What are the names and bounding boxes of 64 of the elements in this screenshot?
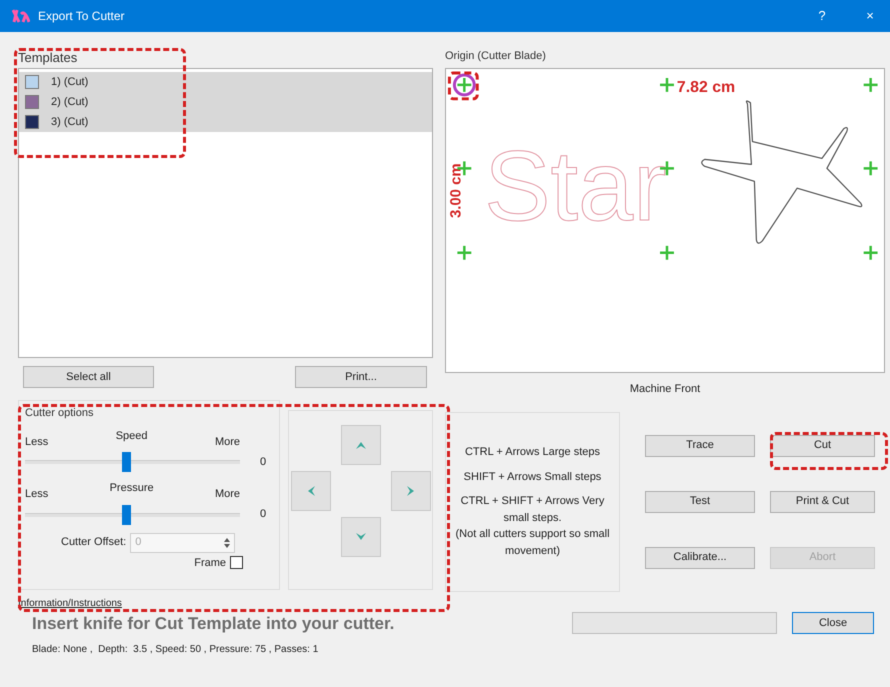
- window-title: Export To Cutter: [38, 8, 124, 25]
- print-button[interactable]: Print...: [295, 366, 427, 388]
- select-all-button[interactable]: Select all: [23, 366, 154, 388]
- shortcut-hint: SHIFT + Arrows Small steps: [462, 470, 602, 484]
- height-dimension: 3.00 cm: [448, 163, 464, 218]
- origin-marker-icon: [452, 73, 476, 96]
- shortcut-hint: CTRL + Arrows Large steps: [464, 445, 601, 460]
- min-label: Less: [25, 487, 48, 502]
- plus-marker-icon: [862, 160, 879, 177]
- instruction-message: Insert knife for Cut Template into your cutter.: [32, 612, 394, 634]
- information-label: Information/Instructions: [18, 596, 123, 610]
- slider-label: Speed: [116, 428, 148, 444]
- machine-front-label: Machine Front: [628, 382, 702, 397]
- design-text: Star: [484, 131, 666, 242]
- slider-thumb[interactable]: [122, 504, 132, 524]
- plus-marker-icon: [456, 244, 473, 261]
- template-item[interactable]: 2) (Cut): [19, 92, 432, 112]
- slider-reading: 0: [260, 507, 266, 522]
- highlight-frame: [448, 71, 479, 100]
- move-up-button[interactable]: [340, 425, 380, 465]
- action-button[interactable]: Cut: [770, 434, 875, 456]
- chevron-left-icon: [306, 485, 316, 497]
- action-button[interactable]: Calibrate...: [645, 546, 755, 568]
- cut-preview-canvas[interactable]: 7.82 cm 3.00 cm Star: [445, 68, 885, 373]
- template-name: 2) (Cut): [51, 94, 88, 110]
- move-right-button[interactable]: [390, 471, 430, 511]
- max-label: More: [214, 434, 240, 450]
- chevron-down-icon: [354, 532, 366, 542]
- templates-label: Templates: [18, 49, 78, 67]
- cutter-settings-summary: Blade: None , Depth: 3.5 , Speed: 50 , Pressure: 75 , Passes: 1: [32, 643, 320, 657]
- origin-label: Origin (Cutter Blade): [445, 49, 547, 64]
- frame-label: Frame: [194, 556, 226, 570]
- spin-arrows-icon: [224, 536, 230, 548]
- template-item[interactable]: 1) (Cut): [19, 72, 432, 92]
- move-down-button[interactable]: [340, 517, 380, 557]
- action-button[interactable]: Print & Cut: [770, 490, 875, 512]
- cutter-offset-value: 0: [135, 535, 142, 550]
- plus-marker-icon: [658, 244, 676, 261]
- shortcut-hint: CTRL + SHIFT + Arrows Very small steps. (Not all cutters support so small movement): [454, 494, 611, 558]
- chevron-up-icon: [354, 440, 366, 450]
- template-name: 1) (Cut): [51, 74, 88, 90]
- slider-label: Pressure: [110, 481, 154, 496]
- template-name: 3) (Cut): [51, 114, 88, 130]
- cutter-offset-label: Cutter Offset:: [61, 535, 126, 550]
- plus-marker-icon: [862, 76, 879, 94]
- width-dimension: 7.82 cm: [676, 78, 736, 96]
- slider-thumb[interactable]: [122, 452, 132, 472]
- plus-marker-icon: [658, 76, 676, 94]
- plus-marker-icon: [456, 76, 473, 94]
- close-dialog-button[interactable]: Close: [792, 612, 874, 634]
- action-button[interactable]: Test: [645, 490, 755, 512]
- move-left-button[interactable]: [290, 471, 330, 511]
- slider-reading: 0: [260, 454, 266, 470]
- close-button[interactable]: ×: [850, 0, 890, 32]
- template-item[interactable]: 3) (Cut): [19, 112, 432, 132]
- frame-checkbox[interactable]: [230, 556, 243, 570]
- app-logo-icon: [12, 8, 30, 24]
- chevron-right-icon: [406, 485, 416, 497]
- action-button[interactable]: Trace: [645, 434, 755, 456]
- cutter-options-label: Cutter options: [25, 406, 94, 421]
- plus-marker-icon: [862, 244, 879, 261]
- min-label: Less: [25, 434, 48, 450]
- help-button[interactable]: ?: [802, 0, 842, 32]
- max-label: More: [214, 487, 240, 502]
